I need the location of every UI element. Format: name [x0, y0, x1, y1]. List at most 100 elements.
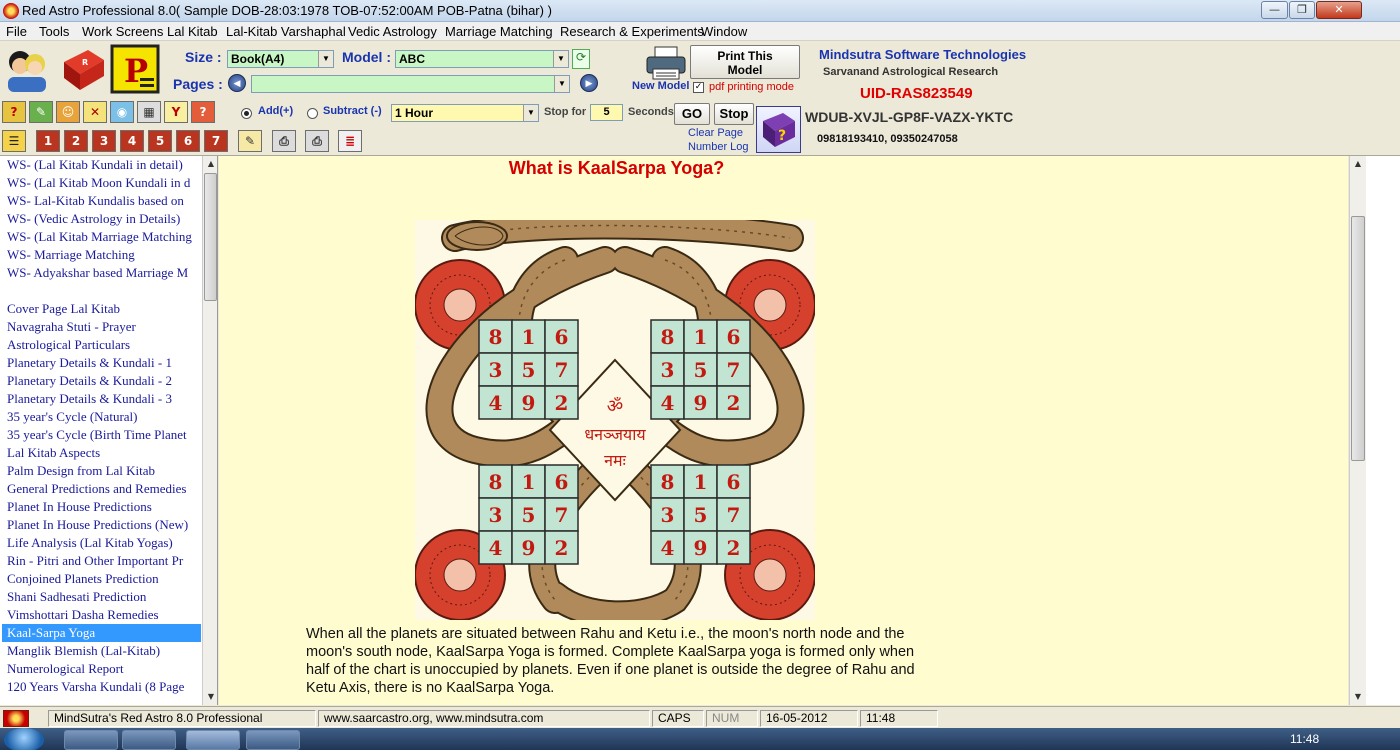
kundali-2-icon[interactable]: 2	[64, 130, 88, 152]
clear-page-link[interactable]: Clear Page	[688, 127, 743, 139]
menu-window[interactable]: Window	[701, 24, 747, 39]
kundali-6-icon[interactable]: 6	[176, 130, 200, 152]
taskbar-tools-icon[interactable]	[64, 730, 118, 750]
sidebar-item[interactable]: Lal Kitab Aspects	[2, 444, 201, 462]
number-log-link[interactable]: Number Log	[688, 141, 749, 153]
menu-file[interactable]: File	[6, 24, 27, 39]
sidebar-item[interactable]: 35 year's Cycle (Birth Time Planet	[2, 426, 201, 444]
lecturer-icon[interactable]: ☺	[56, 101, 80, 123]
subtract-radio[interactable]	[307, 108, 318, 119]
sidebar-item[interactable]: Manglik Blemish (Lal-Kitab)	[2, 642, 201, 660]
notes-icon[interactable]: ✎	[238, 130, 262, 152]
sidebar-item[interactable]: Planet In House Predictions (New)	[2, 516, 201, 534]
menu-tools[interactable]: Tools	[39, 24, 69, 39]
sidebar-scroll-thumb[interactable]	[204, 173, 217, 301]
chart-grid-icon[interactable]: ✕	[83, 101, 107, 123]
new-model-link[interactable]: New Model	[632, 80, 689, 92]
sidebar-item[interactable]: WS- Lal-Kitab Kundalis based on	[2, 192, 201, 210]
taskbar-redastro-icon[interactable]	[186, 730, 240, 750]
sidebar-item-selected[interactable]: Kaal-Sarpa Yoga	[2, 624, 201, 642]
sidebar-item[interactable]: General Predictions and Remedies	[2, 480, 201, 498]
sidebar-item[interactable]: Navagraha Stuti - Prayer	[2, 318, 201, 336]
sidebar-item[interactable]: Planetary Details & Kundali - 3	[2, 390, 201, 408]
sidebar-item[interactable]: WS- (Lal Kitab Marriage Matching	[2, 228, 201, 246]
content-scroll-down-icon[interactable]: ▼	[1350, 689, 1366, 705]
sidebar-item[interactable]	[2, 282, 201, 300]
sidebar-item[interactable]: WS- (Vedic Astrology in Details)	[2, 210, 201, 228]
sidebar-item[interactable]: 120 Years Varsha Kundali (8 Page	[2, 678, 201, 696]
add-radio[interactable]	[241, 108, 252, 119]
size-select[interactable]: Book(A4) ▼	[227, 50, 334, 68]
sidebar-item[interactable]: WS- Marriage Matching	[2, 246, 201, 264]
sidebar-item[interactable]: WS- Adyakshar based Marriage M	[2, 264, 201, 282]
maximize-button[interactable]: ❐	[1289, 1, 1315, 19]
kundali-1-icon[interactable]: 1	[36, 130, 60, 152]
stop-for-input[interactable]: 5	[590, 104, 623, 121]
sidebar-item[interactable]: Planetary Details & Kundali - 1	[2, 354, 201, 372]
model-dropdown-arrow-icon[interactable]: ▼	[553, 51, 568, 67]
sidebar-item[interactable]: 35 year's Cycle (Natural)	[2, 408, 201, 426]
sidebar-item[interactable]: Rin - Pitri and Other Important Pr	[2, 552, 201, 570]
pdf-checkbox[interactable]: ✓	[693, 82, 704, 93]
menu-lal-kitab-varshaphal[interactable]: Lal-Kitab Varshaphal	[226, 24, 346, 39]
p-logo-icon[interactable]: P	[110, 44, 160, 94]
help-book-icon[interactable]: ?	[756, 106, 801, 153]
list-view-icon[interactable]: ☰	[2, 130, 26, 152]
kundali-4-icon[interactable]: 4	[120, 130, 144, 152]
interval-select[interactable]: 1 Hour ▼	[391, 104, 539, 122]
pages-next-icon[interactable]: ▶	[580, 74, 598, 92]
content-scrollbar[interactable]: ▲ ▼	[1349, 156, 1366, 705]
yantra-icon[interactable]: Y	[164, 101, 188, 123]
taskbar-explorer-icon[interactable]	[122, 730, 176, 750]
kundali-3-icon[interactable]: 3	[92, 130, 116, 152]
stop-button[interactable]: Stop	[714, 103, 754, 125]
sidebar-item[interactable]: Vimshottari Dasha Remedies	[2, 606, 201, 624]
sidebar-item[interactable]: Cover Page Lal Kitab	[2, 300, 201, 318]
question-icon[interactable]: ?	[191, 101, 215, 123]
kundali-5-icon[interactable]: 5	[148, 130, 172, 152]
print-icon[interactable]: ⎙	[305, 130, 329, 152]
menu-work-screens[interactable]: Work Screens	[82, 24, 163, 39]
size-dropdown-arrow-icon[interactable]: ▼	[318, 51, 333, 67]
scroll-up-icon[interactable]: ▲	[203, 156, 217, 172]
content-scroll-up-icon[interactable]: ▲	[1350, 156, 1366, 172]
calendar-icon[interactable]: ▦	[137, 101, 161, 123]
help-tool-icon[interactable]: ?	[2, 101, 26, 123]
close-button[interactable]: ✕	[1316, 1, 1362, 19]
book-tool-icon[interactable]: ✎	[29, 101, 53, 123]
red-book-icon[interactable]: R	[58, 44, 108, 94]
menu-lal-kitab[interactable]: Lal Kitab	[167, 24, 218, 39]
pages-prev-icon[interactable]: ◀	[228, 74, 246, 92]
sidebar-item[interactable]: Life Analysis (Lal Kitab Yogas)	[2, 534, 201, 552]
pages-select[interactable]: ▼	[251, 75, 570, 93]
taskbar-paint-icon[interactable]	[246, 730, 300, 750]
menu-vedic-astrology[interactable]: Vedic Astrology	[348, 24, 437, 39]
users-icon[interactable]	[2, 44, 52, 94]
print-preview-icon[interactable]: ⎙	[272, 130, 296, 152]
go-button[interactable]: GO	[674, 103, 710, 125]
sidebar-item[interactable]: Palm Design from Lal Kitab	[2, 462, 201, 480]
menu-research-experiments[interactable]: Research & Experiments	[560, 24, 704, 39]
menu-marriage-matching[interactable]: Marriage Matching	[445, 24, 553, 39]
sidebar-item[interactable]: Planet In House Predictions	[2, 498, 201, 516]
kundali-7-icon[interactable]: 7	[204, 130, 228, 152]
minimize-button[interactable]: —	[1261, 1, 1288, 19]
content-scroll-thumb[interactable]	[1351, 216, 1365, 461]
sidebar-item[interactable]: WS- (Lal Kitab Moon Kundali in d	[2, 174, 201, 192]
pages-dropdown-arrow-icon[interactable]: ▼	[554, 76, 569, 92]
sidebar-item[interactable]: Numerological Report	[2, 660, 201, 678]
sidebar-item[interactable]: Conjoined Planets Prediction	[2, 570, 201, 588]
sidebar-scrollbar[interactable]: ▲ ▼	[202, 156, 217, 705]
start-button-icon[interactable]	[4, 728, 44, 750]
model-select[interactable]: ABC ▼	[395, 50, 569, 68]
sidebar-item[interactable]: Shani Sadhesati Prediction	[2, 588, 201, 606]
print-model-button[interactable]: Print This Model	[690, 45, 800, 79]
color-list-icon[interactable]: ≣	[338, 130, 362, 152]
refresh-icon[interactable]: ⟳	[572, 49, 590, 69]
sidebar-item[interactable]: Planetary Details & Kundali - 2	[2, 372, 201, 390]
sidebar-item[interactable]: WS- (Lal Kitab Kundali in detail)	[2, 156, 201, 174]
sidebar-item[interactable]: Astrological Particulars	[2, 336, 201, 354]
scroll-down-icon[interactable]: ▼	[203, 689, 217, 705]
printer-icon[interactable]	[645, 45, 687, 81]
interval-dropdown-arrow-icon[interactable]: ▼	[523, 105, 538, 121]
